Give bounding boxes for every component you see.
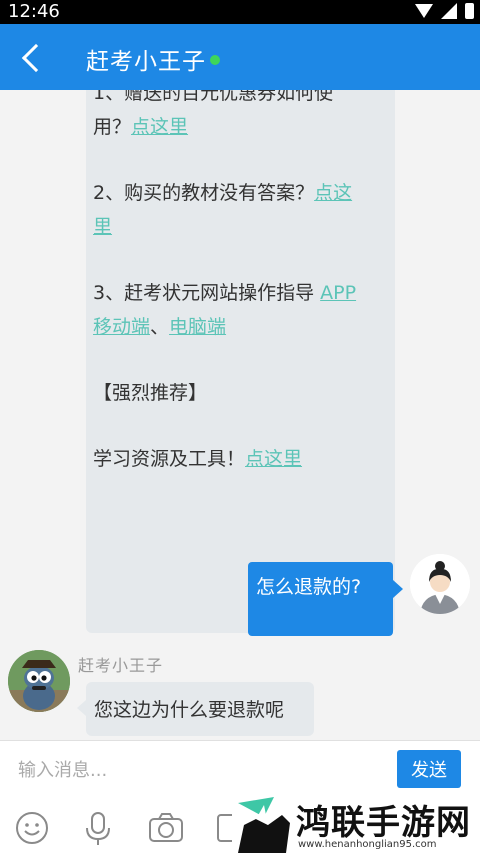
menu-line-5: 3、赶考状元网站操作指导 APP bbox=[93, 282, 357, 304]
status-icons bbox=[415, 3, 474, 19]
status-time: 12:46 bbox=[8, 1, 60, 22]
coupon-help-link[interactable]: 点这里 bbox=[131, 116, 188, 138]
menu-line-4: 里 bbox=[93, 210, 387, 244]
resources-link[interactable]: 点这里 bbox=[245, 448, 302, 470]
menu-line-1: 1、赠送的百元优惠券如何使 bbox=[93, 90, 334, 104]
menu-line-2: 用？点这里 bbox=[93, 116, 189, 138]
user-avatar[interactable] bbox=[410, 554, 470, 614]
menu-line-8: 学习资源及工具！点这里 bbox=[93, 448, 303, 470]
app-header: 赶考小王子 bbox=[0, 24, 480, 90]
camera-icon bbox=[149, 813, 183, 842]
bot-avatar-icon bbox=[8, 650, 70, 712]
bot-reply-bubble: 您这边为什么要退款呢 bbox=[77, 682, 314, 736]
back-button[interactable] bbox=[10, 36, 54, 80]
send-button[interactable]: 发送 bbox=[397, 750, 461, 788]
microphone-icon bbox=[86, 812, 110, 845]
camera-button[interactable] bbox=[144, 806, 188, 850]
bot-name: 赶考小王子 bbox=[78, 656, 164, 675]
pc-guide-link[interactable]: 电脑端 bbox=[169, 316, 226, 338]
mobile-guide-link[interactable]: 移动端 bbox=[93, 316, 150, 338]
signal-icon bbox=[441, 3, 457, 19]
bot-avatar[interactable] bbox=[8, 650, 70, 712]
watermark-url: www.henanhonglian95.com bbox=[298, 839, 437, 850]
menu-line-6: 移动端、电脑端 bbox=[93, 316, 227, 338]
page-title: 赶考小王子 bbox=[86, 49, 206, 75]
input-bar: 发送 bbox=[0, 740, 480, 798]
menu-line-7: 【强烈推荐】 bbox=[93, 382, 208, 404]
voice-button[interactable] bbox=[76, 806, 120, 850]
watermark-text: 鸿联手游网 bbox=[296, 803, 471, 843]
watermark: 鸿联手游网 www.henanhonglian95.com bbox=[232, 793, 480, 857]
answers-help-link-cont[interactable]: 里 bbox=[93, 216, 112, 238]
battery-icon bbox=[465, 3, 474, 19]
menu-line-3: 2、购买的教材没有答案？点这 bbox=[93, 182, 353, 204]
message-input[interactable] bbox=[18, 755, 378, 785]
watermark-logo-icon bbox=[238, 797, 290, 853]
online-status-dot bbox=[210, 55, 220, 65]
emoji-button[interactable] bbox=[10, 806, 54, 850]
answers-help-link[interactable]: 点这 bbox=[314, 182, 352, 204]
user-avatar-icon bbox=[410, 554, 470, 614]
bot-menu-bubble: 1、赠送的百元优惠券如何使 用？点这里 2、购买的教材没有答案？点这 里 3、赶… bbox=[86, 90, 395, 633]
app-guide-link[interactable]: APP bbox=[320, 282, 356, 304]
wifi-icon bbox=[415, 4, 433, 18]
user-message-bubble: 怎么退款的? bbox=[248, 562, 403, 636]
emoji-icon bbox=[16, 812, 48, 844]
status-bar: 12:46 bbox=[0, 0, 480, 24]
back-arrow-icon bbox=[21, 43, 51, 73]
chat-area[interactable]: 1、赠送的百元优惠券如何使 用？点这里 2、购买的教材没有答案？点这 里 3、赶… bbox=[0, 90, 480, 740]
